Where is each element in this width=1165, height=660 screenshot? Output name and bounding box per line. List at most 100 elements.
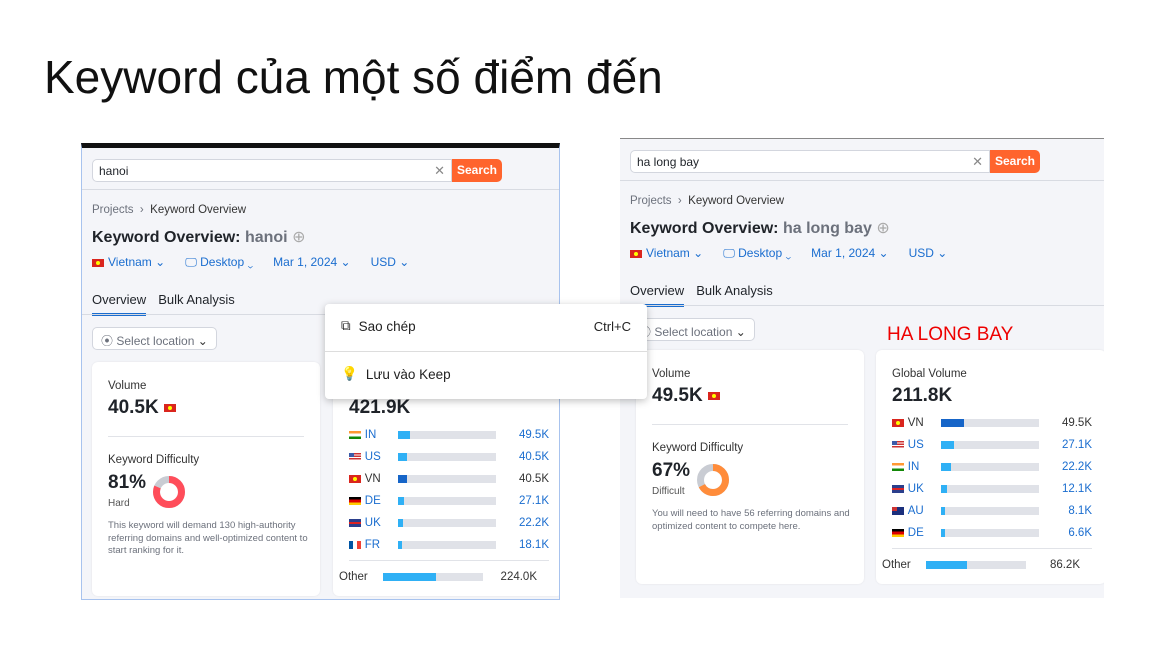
title-keyword: hanoi [244,229,288,246]
clear-icon[interactable]: ✕ [434,163,445,179]
volume-bar [398,431,497,439]
clear-icon[interactable]: ✕ [972,154,983,170]
country-code: IN [364,429,377,441]
country-code: Other [882,558,911,571]
country-code: US [907,439,924,451]
device-dropdown[interactable]: 🖵 Desktop ⌄ [185,255,253,270]
context-menu: ⧉ Sao chép Ctrl+C 💡 Lưu vào Keep [325,304,647,399]
tab-bulk-analysis[interactable]: Bulk Analysis [696,283,773,307]
volume-bar-fill [941,529,945,537]
tabs: Overview Bulk Analysis [92,292,235,316]
country-code: IN [907,461,920,473]
country-row-de[interactable]: DE 6.6K [892,522,1092,544]
country-row-in[interactable]: IN 49.5K [349,424,549,446]
volume-bar-fill [383,572,437,581]
country-code: VN [364,473,381,485]
search-input[interactable]: hanoi ✕ [92,159,452,182]
select-location-dropdown[interactable]: ⦿ Select location ⌄ [630,318,755,341]
country-row-other[interactable]: Other 86.2K [882,548,1092,576]
country-row-au[interactable]: AU 8.1K [892,500,1092,522]
volume-bar [398,541,497,549]
country-row-uk[interactable]: UK 12.1K [892,478,1092,500]
volume-bar [383,572,483,581]
country-code: UK [364,517,381,529]
country-code: Other [339,570,368,583]
country-row-us[interactable]: US 40.5K [349,446,549,468]
volume-bar-fill [398,431,410,439]
search-button[interactable]: Search [452,159,502,182]
page-title: Keyword Overview: ha long bay ⊕ [630,218,890,238]
country-row-uk[interactable]: UK 22.2K [349,512,549,534]
device-dropdown[interactable]: 🖵 Desktop ⌄ [723,246,791,261]
screenshot-ha-long-bay: ha long bay ✕ Search Projects › Keyword O… [620,138,1104,598]
date-dropdown[interactable]: Mar 1, 2024 ⌄ [811,246,888,261]
volume-bar [926,560,1026,569]
add-icon[interactable]: ⊕ [292,229,305,246]
menu-item-save-to-keep[interactable]: 💡 Lưu vào Keep [341,366,631,382]
fr-flag-icon [349,541,361,549]
country-dropdown[interactable]: Vietnam ⌄ [630,246,703,261]
kd-label: Keyword Difficulty [108,454,200,466]
add-icon[interactable]: ⊕ [876,220,889,237]
volume-bar-fill [941,507,945,515]
global-volume-value: 211.8K [892,385,953,406]
select-location-dropdown[interactable]: ⦿ Select location ⌄ [92,327,217,350]
divider [620,180,1104,181]
slide-title: Keyword của một số điểm đến [44,51,663,103]
country-row-in[interactable]: IN 22.2K [892,456,1092,478]
search-button[interactable]: Search [990,150,1040,173]
de-flag-icon [349,497,361,505]
country-code: FR [364,539,381,551]
kd-donut-chart [697,464,729,496]
currency-dropdown[interactable]: USD ⌄ [371,255,410,270]
title-prefix: Keyword Overview: [92,229,241,246]
vn-flag-icon [349,475,361,483]
divider [652,424,848,425]
tab-bulk-analysis[interactable]: Bulk Analysis [158,292,235,316]
lightbulb-icon: 💡 [341,366,358,381]
vietnam-flag-icon [163,403,176,412]
volume-bar-fill [941,441,954,449]
country-row-other[interactable]: Other 224.0K [339,560,549,588]
currency-dropdown[interactable]: USD ⌄ [909,246,948,261]
country-volume: 86.2K [1049,558,1080,571]
global-volume-label: Global Volume [892,368,967,380]
search-input[interactable]: ha long bay ✕ [630,150,990,173]
country-row-de[interactable]: DE 27.1K [349,490,549,512]
volume-bar [398,497,497,505]
volume-card: Volume 49.5K Keyword Difficulty 67% Diff… [636,350,864,584]
breadcrumb-projects[interactable]: Projects [92,204,134,216]
country-row-vn[interactable]: VN 49.5K [892,412,1092,434]
tab-overview[interactable]: Overview [92,292,147,316]
breadcrumb-projects[interactable]: Projects [630,195,672,207]
country-dropdown[interactable]: Vietnam ⌄ [92,255,165,270]
title-prefix: Keyword Overview: [630,220,779,237]
title-keyword: ha long bay [782,220,872,237]
country-row-us[interactable]: US 27.1K [892,434,1092,456]
desktop-icon: 🖵 [185,255,197,269]
us-flag-icon [349,453,361,461]
kd-level: Hard [108,498,130,509]
country-row-vn[interactable]: VN 40.5K [349,468,549,490]
volume-bar-fill [398,453,408,461]
date-dropdown[interactable]: Mar 1, 2024 ⌄ [273,255,350,270]
volume-bar-fill [398,541,403,549]
country-volume: 22.2K [518,517,549,529]
filters: Vietnam ⌄ 🖵 Desktop ⌄ Mar 1, 2024 ⌄ USD … [92,255,409,270]
volume-bar [941,485,1040,493]
country-volume: 27.1K [518,495,549,507]
country-volume: 12.1K [1061,483,1092,495]
kd-label: Keyword Difficulty [652,442,744,454]
country-row-fr[interactable]: FR 18.1K [349,534,549,556]
country-code: AU [907,505,924,517]
chevron-down-icon: ⌄ [197,334,208,348]
vietnam-flag-icon [630,249,642,258]
country-code: DE [907,527,924,539]
divider [325,351,647,352]
breadcrumb-current: Keyword Overview [688,195,785,207]
menu-item-copy[interactable]: ⧉ Sao chép Ctrl+C [341,318,631,334]
country-volume: 49.5K [518,429,549,441]
country-code: US [364,451,381,463]
kd-value: 81% [108,472,147,493]
page-title: Keyword Overview: hanoi ⊕ [92,227,305,247]
